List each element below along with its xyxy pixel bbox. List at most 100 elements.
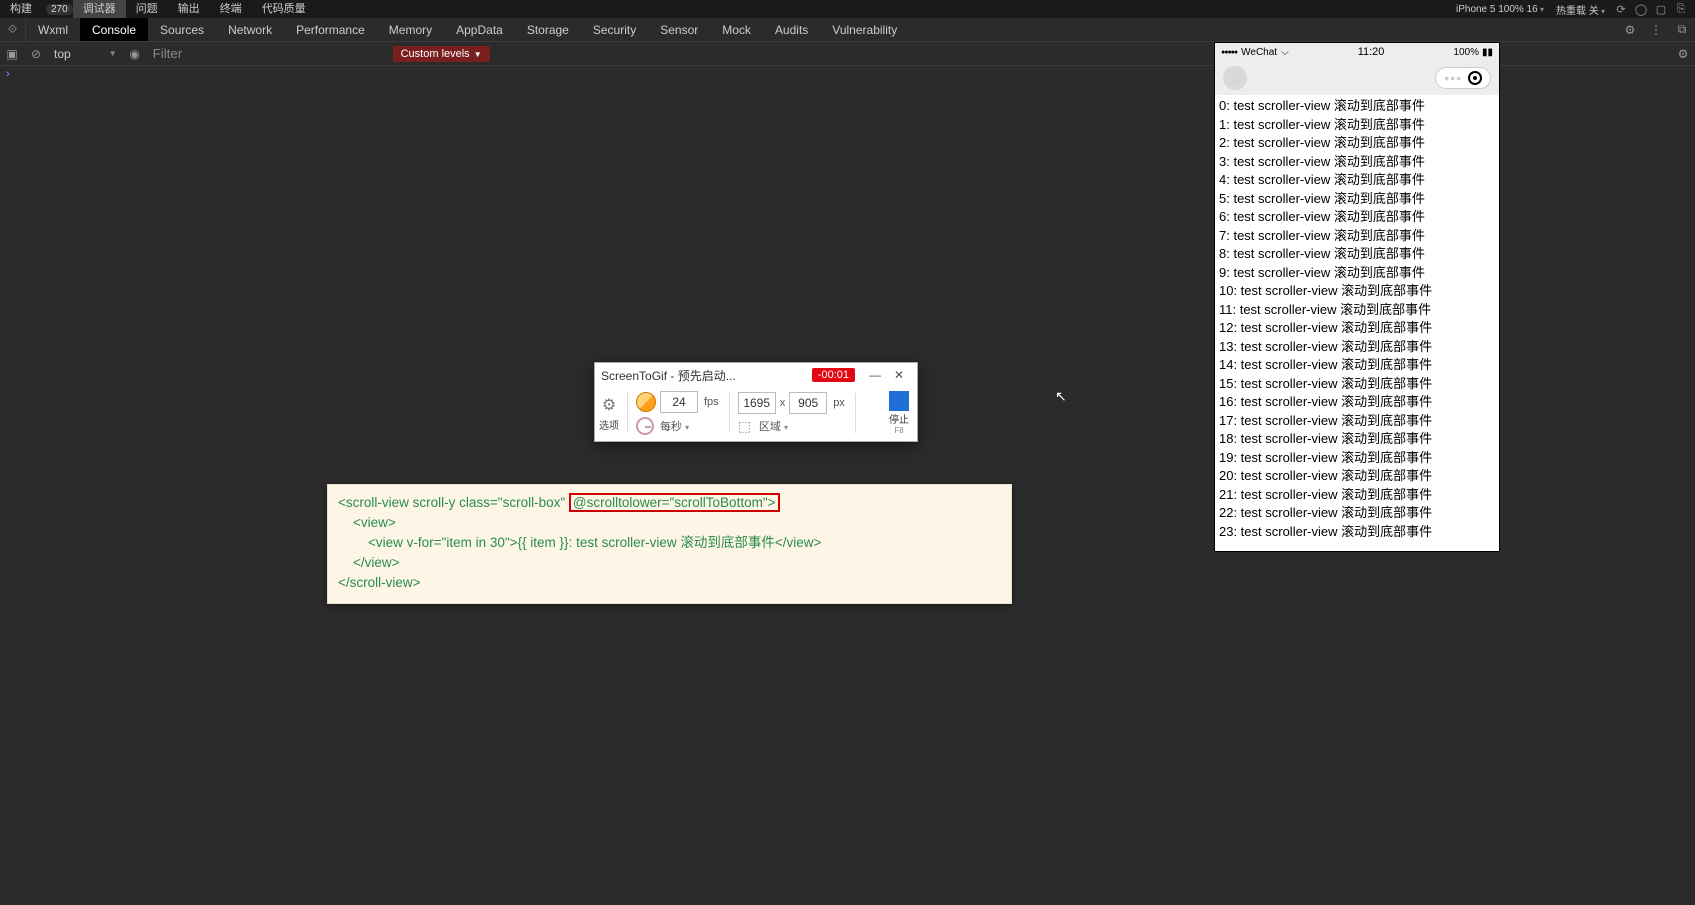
- ide-menu-problems[interactable]: 问题: [126, 0, 168, 18]
- list-item: 2: test scroller-view 滚动到底部事件: [1219, 134, 1495, 153]
- refresh-icon[interactable]: ⟳: [1611, 3, 1631, 16]
- kebab-icon[interactable]: ⋮: [1643, 23, 1669, 37]
- tab-memory[interactable]: Memory: [377, 18, 444, 41]
- clear-console-icon[interactable]: ⊘: [24, 47, 48, 61]
- tab-network[interactable]: Network: [216, 18, 284, 41]
- list-item: 21: test scroller-view 滚动到底部事件: [1219, 486, 1495, 505]
- tab-security[interactable]: Security: [581, 18, 648, 41]
- battery-label: 100%: [1453, 47, 1479, 58]
- phone-preview: ●●●●● WeChat ⌵ 11:20 100% ▮▮ ⌂ ••• 0: te…: [1214, 42, 1500, 552]
- screentogif-dialog: ScreenToGif - 预先启动... -00:01 — ✕ ⚙ 选项 fp…: [594, 362, 918, 442]
- list-item: 18: test scroller-view 滚动到底部事件: [1219, 430, 1495, 449]
- sg-close-icon[interactable]: ✕: [887, 368, 911, 382]
- code-line-3: <view v-for="item in 30">{{ item }}: tes…: [338, 535, 821, 550]
- dock-icon[interactable]: ⧉: [1669, 22, 1695, 37]
- tab-appdata[interactable]: AppData: [444, 18, 515, 41]
- tab-console[interactable]: Console: [80, 18, 148, 41]
- sg-timer: -00:01: [812, 368, 855, 382]
- ide-menu-terminal[interactable]: 终端: [210, 0, 252, 18]
- log-levels-select[interactable]: Custom levels▼: [393, 46, 490, 62]
- tab-vulnerability[interactable]: Vulnerability: [820, 18, 909, 41]
- tab-sources[interactable]: Sources: [148, 18, 216, 41]
- preview-toolbar: iPhone 5 100% 16 ▾ 热重载 关 ▾ ⟳ ◯ ▢ ⎘: [1395, 0, 1695, 18]
- eye-icon[interactable]: ◉: [123, 47, 147, 61]
- list-item: 13: test scroller-view 滚动到底部事件: [1219, 338, 1495, 357]
- ide-menu-debugger[interactable]: 调试器: [73, 0, 126, 18]
- list-item: 6: test scroller-view 滚动到底部事件: [1219, 208, 1495, 227]
- list-item: 1: test scroller-view 滚动到底部事件: [1219, 116, 1495, 135]
- tab-wxml[interactable]: Wxml: [26, 18, 80, 41]
- phone-statusbar: ●●●●● WeChat ⌵ 11:20 100% ▮▮: [1215, 43, 1499, 61]
- context-select[interactable]: top ▼: [48, 47, 123, 61]
- sg-options-button[interactable]: ⚙ 选项: [599, 395, 619, 432]
- device-icon[interactable]: ▢: [1651, 3, 1671, 16]
- capsule-menu-icon[interactable]: •••: [1444, 71, 1462, 85]
- fps-unit: fps: [704, 396, 719, 408]
- sg-stop-button[interactable]: 停止 F8: [889, 391, 909, 435]
- list-item: 19: test scroller-view 滚动到底部事件: [1219, 449, 1495, 468]
- hot-reload-toggle[interactable]: 热重载 关 ▾: [1556, 2, 1605, 17]
- carrier-label: WeChat: [1241, 47, 1277, 58]
- context-value: top: [54, 47, 71, 61]
- signal-dots-icon: ●●●●●: [1221, 49, 1237, 56]
- sg-title: ScreenToGif - 预先启动...: [601, 367, 812, 384]
- list-item: 17: test scroller-view 滚动到底部事件: [1219, 412, 1495, 431]
- per-sec-label[interactable]: 每秒 ▾: [660, 418, 689, 434]
- ide-menu-build[interactable]: 构建: [0, 0, 42, 18]
- area-label[interactable]: 区域 ▾: [759, 418, 788, 434]
- list-item: 14: test scroller-view 滚动到底部事件: [1219, 356, 1495, 375]
- filter-input[interactable]: [147, 44, 387, 64]
- sg-minimize-icon[interactable]: —: [863, 368, 887, 382]
- list-item: 23: test scroller-view 滚动到底部事件: [1219, 523, 1495, 542]
- capsule-button[interactable]: •••: [1435, 67, 1491, 89]
- tab-performance[interactable]: Performance: [284, 18, 377, 41]
- sg-titlebar[interactable]: ScreenToGif - 预先启动... -00:01 — ✕: [595, 363, 917, 387]
- list-item: 20: test scroller-view 滚动到底部事件: [1219, 467, 1495, 486]
- width-input[interactable]: [738, 392, 776, 414]
- tab-sensor[interactable]: Sensor: [648, 18, 710, 41]
- list-item: 16: test scroller-view 滚动到底部事件: [1219, 393, 1495, 412]
- sidebar-toggle-icon[interactable]: ▣: [0, 47, 24, 61]
- wifi-icon: ⌵: [1281, 47, 1289, 58]
- capsule-close-icon[interactable]: [1468, 71, 1482, 85]
- stop-icon: [889, 391, 909, 411]
- home-icon[interactable]: ⌂: [1223, 66, 1247, 90]
- settings-icon[interactable]: ⚙: [1617, 23, 1643, 37]
- list-item: 7: test scroller-view 滚动到底部事件: [1219, 227, 1495, 246]
- code-line-2: <view>: [338, 515, 396, 530]
- list-item: 5: test scroller-view 滚动到底部事件: [1219, 190, 1495, 209]
- record-mode-icon[interactable]: [636, 392, 656, 412]
- height-input[interactable]: [789, 392, 827, 414]
- console-prompt-icon: ›: [0, 66, 1184, 82]
- devtools-tabstrip: ⟐ Wxml Console Sources Network Performan…: [0, 18, 1695, 42]
- tab-storage[interactable]: Storage: [515, 18, 581, 41]
- list-item: 12: test scroller-view 滚动到底部事件: [1219, 319, 1495, 338]
- circle-icon[interactable]: ◯: [1631, 3, 1651, 16]
- list-item: 9: test scroller-view 滚动到底部事件: [1219, 264, 1495, 283]
- ide-menu-quality[interactable]: 代码质量: [252, 0, 316, 18]
- element-picker-icon[interactable]: ⟐: [0, 18, 26, 41]
- code-line-4: </view>: [338, 555, 400, 570]
- battery-icon: ▮▮: [1482, 47, 1493, 58]
- console-settings-icon[interactable]: ⚙: [1671, 47, 1695, 61]
- tab-audits[interactable]: Audits: [763, 18, 820, 41]
- list-item: 10: test scroller-view 滚动到底部事件: [1219, 282, 1495, 301]
- phone-navbar: ⌂ •••: [1215, 61, 1499, 95]
- code-line-5: </scroll-view>: [338, 575, 421, 590]
- device-select[interactable]: iPhone 5 100% 16 ▾: [1456, 4, 1544, 15]
- ide-build-counter: 270: [46, 4, 73, 15]
- px-unit: px: [833, 397, 845, 409]
- phone-scrollview[interactable]: 0: test scroller-view 滚动到底部事件1: test scr…: [1215, 95, 1499, 551]
- clock-icon[interactable]: [636, 417, 654, 435]
- divider-icon: ⎘: [1671, 3, 1691, 16]
- status-time: 11:20: [1289, 46, 1454, 58]
- tab-mock[interactable]: Mock: [710, 18, 763, 41]
- crop-icon[interactable]: ⬚: [738, 418, 751, 435]
- fps-input[interactable]: [660, 391, 698, 413]
- code-snippet: <scroll-view scroll-y class="scroll-box"…: [327, 484, 1012, 604]
- code-line-1a: <scroll-view scroll-y class="scroll-box": [338, 495, 569, 510]
- gear-icon: ⚙: [602, 395, 616, 415]
- list-item: 8: test scroller-view 滚动到底部事件: [1219, 245, 1495, 264]
- ide-menu-output[interactable]: 输出: [168, 0, 210, 18]
- list-item: 4: test scroller-view 滚动到底部事件: [1219, 171, 1495, 190]
